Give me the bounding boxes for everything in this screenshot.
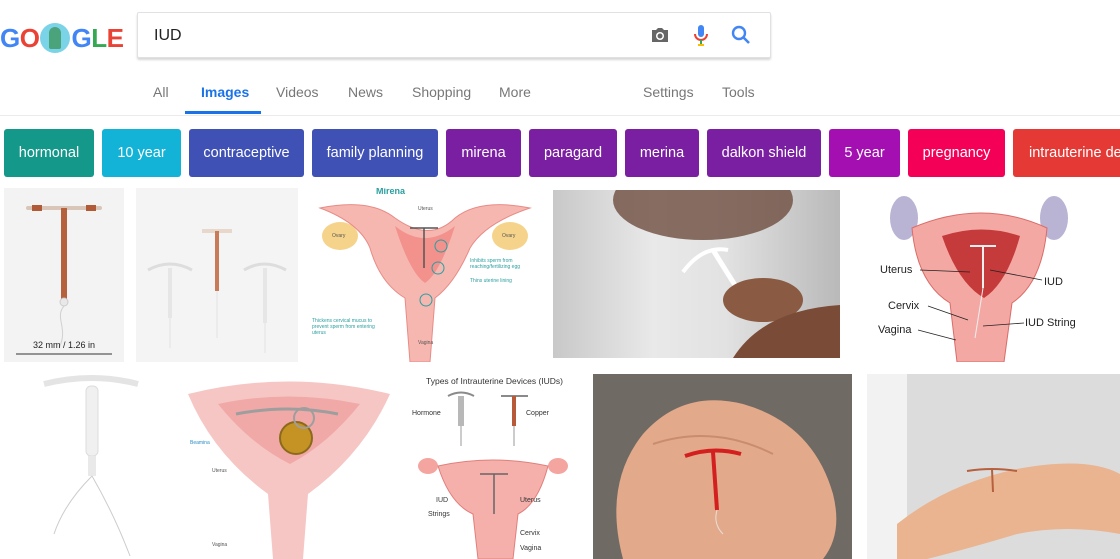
header: G O G L E All Images Videos News Shoppin…: [0, 0, 1120, 116]
beamina-iud-diagram: [188, 381, 390, 559]
chip-pregnancy[interactable]: pregnancy: [908, 129, 1005, 177]
diagram-label: Strings: [428, 511, 450, 518]
hormonal-iud-photo: [43, 375, 139, 557]
diagram-label: Vagina: [520, 545, 542, 552]
diagram-label: Vagina: [418, 340, 434, 346]
image-result[interactable]: Types of Intrauterine Devices (IUDs) Hor…: [408, 374, 581, 559]
diagram-label: Uterus: [212, 468, 227, 474]
diagram-label: IUD: [1044, 276, 1063, 288]
image-result[interactable]: [4, 374, 166, 559]
diagram-label: Uterus: [880, 264, 913, 276]
tab-images[interactable]: Images: [201, 84, 249, 100]
three-iuds-illustration: [147, 229, 287, 353]
google-logo[interactable]: G O G L E: [0, 20, 124, 56]
diagram-label: Beamina: [190, 440, 210, 446]
camera-icon[interactable]: [649, 24, 671, 46]
image-result[interactable]: [136, 188, 298, 362]
tab-settings[interactable]: Settings: [643, 84, 694, 100]
search-input[interactable]: [152, 23, 636, 49]
search-box: [137, 12, 771, 58]
diagram-label: Thins uterine lining: [470, 278, 512, 284]
search-icon[interactable]: [730, 24, 752, 46]
scale-caption: 32 mm / 1.26 in: [32, 340, 96, 350]
logo-letter: G: [71, 22, 92, 53]
chip-dalkon-shield[interactable]: dalkon shield: [707, 129, 821, 177]
diagram-label: Vagina: [878, 324, 912, 336]
doodle-statue-icon: [40, 23, 71, 53]
image-result[interactable]: [593, 374, 852, 559]
chip-10-year[interactable]: 10 year: [102, 129, 181, 177]
tab-shopping[interactable]: Shopping: [412, 84, 471, 100]
hand-holding-iud-photo: [613, 190, 840, 358]
search-tabs: All Images Videos News Shopping More Set…: [0, 72, 1120, 115]
chip-contraceptive[interactable]: contraceptive: [189, 129, 304, 177]
diagram-label: Ovary: [332, 233, 346, 239]
chip-merina[interactable]: merina: [625, 129, 699, 177]
logo-letter: O: [19, 22, 40, 53]
logo-letter: L: [91, 22, 107, 53]
chip-paragard[interactable]: paragard: [529, 129, 617, 177]
diagram-label: Uterus: [418, 206, 433, 212]
chip-family-planning[interactable]: family planning: [312, 129, 438, 177]
diagram-title: Types of Intrauterine Devices (IUDs): [426, 376, 563, 386]
diagram-label: IUD String: [1025, 317, 1076, 329]
logo-letter: G: [0, 22, 20, 53]
image-result[interactable]: Beamina Uterus Vagina: [178, 374, 400, 559]
chip-mirena[interactable]: mirena: [446, 129, 521, 177]
image-result[interactable]: [553, 190, 840, 358]
diagram-label: Copper: [526, 410, 549, 417]
tab-videos[interactable]: Videos: [276, 84, 319, 100]
palm-with-red-iud-photo: [616, 400, 837, 559]
image-result[interactable]: Mirena Uterus Ovary Ovary Inhibits sperm…: [310, 188, 541, 362]
chip-5-year[interactable]: 5 year: [829, 129, 900, 177]
tab-news[interactable]: News: [348, 84, 383, 100]
tab-tools[interactable]: Tools: [722, 84, 755, 100]
copper-iud-illustration: [16, 205, 112, 355]
diagram-label: Mirena: [376, 188, 406, 196]
chip-intrauterine-device[interactable]: intrauterine device: [1013, 129, 1120, 177]
hand-with-copper-iud-photo: [867, 374, 1120, 559]
tab-all[interactable]: All: [153, 84, 169, 100]
diagram-label: Vagina: [212, 542, 228, 548]
image-result[interactable]: 32 mm / 1.26 in: [4, 188, 124, 362]
diagram-label: Cervix: [520, 530, 540, 537]
iud-types-diagram: [418, 391, 568, 559]
diagram-label: Cervix: [888, 300, 920, 312]
diagram-label: Hormone: [412, 410, 441, 417]
diagram-label: Uterus: [520, 497, 541, 504]
logo-letter: E: [106, 22, 124, 53]
diagram-label: Inhibits sperm from reaching/fertilizing…: [470, 258, 521, 270]
image-result[interactable]: Uterus IUD Cervix IUD String Vagina: [872, 188, 1086, 362]
related-searches-chips: hormonal 10 year contraceptive family pl…: [0, 129, 1120, 177]
diagram-label: IUD: [436, 497, 449, 504]
diagram-label: Ovary: [502, 233, 516, 239]
diagram-label: Thickens cervical mucus to prevent sperm…: [312, 318, 375, 336]
active-tab-indicator: [185, 111, 261, 114]
chip-hormonal[interactable]: hormonal: [4, 129, 94, 177]
image-result[interactable]: [867, 374, 1120, 559]
tab-more[interactable]: More: [499, 84, 531, 100]
microphone-icon[interactable]: [690, 24, 712, 46]
